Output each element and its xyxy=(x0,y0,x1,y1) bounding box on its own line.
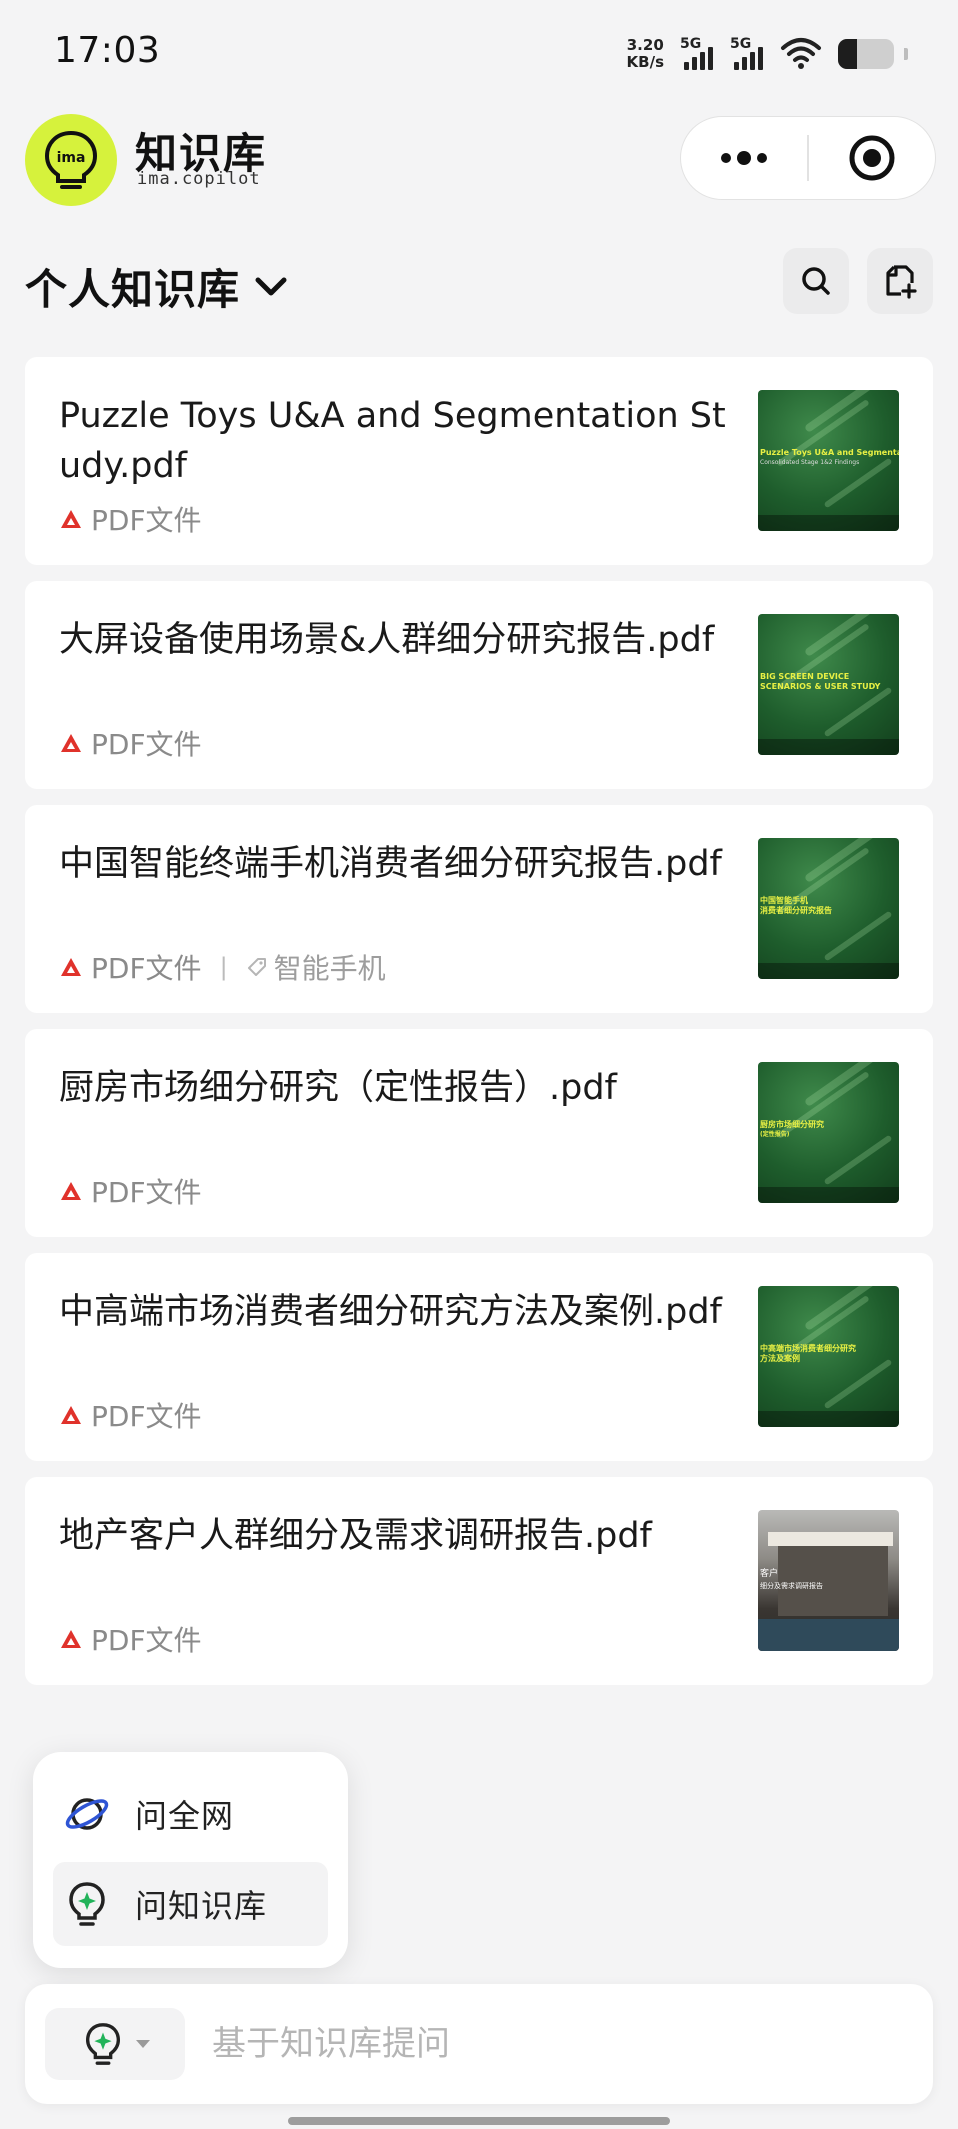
lightbulb-logo-icon: ima xyxy=(44,130,98,189)
app-logo: ima xyxy=(25,114,117,206)
document-card[interactable]: Puzzle Toys U&A and Segmentation Study.p… xyxy=(25,357,933,565)
menu-item-ask-web[interactable]: 问全网 xyxy=(53,1772,328,1856)
status-bar: 17:03 3.20 KB/s 5G 5G xyxy=(0,0,958,105)
target-circle-icon xyxy=(849,135,895,181)
chevron-down-icon xyxy=(255,277,287,295)
ask-input-bar xyxy=(25,1984,933,2104)
network-speed-unit: KB/s xyxy=(626,53,664,71)
home-indicator[interactable] xyxy=(288,2117,670,2125)
mini-program-capsule xyxy=(680,116,936,200)
knowledge-base-selector[interactable]: 个人知识库 xyxy=(25,256,288,317)
document-title: 厨房市场细分研究（定性报告）.pdf xyxy=(59,1068,617,1108)
status-icons: 3.20 KB/s 5G 5G xyxy=(627,32,908,76)
document-meta: PDF文件 xyxy=(59,1619,202,1659)
document-type: PDF文件 xyxy=(91,952,202,985)
menu-item-label: 问知识库 xyxy=(135,1887,268,1925)
section-title: 个人知识库 xyxy=(25,265,241,314)
more-dots-icon xyxy=(721,151,768,165)
document-card[interactable]: 中高端市场消费者细分研究方法及案例.pdf PDF文件 中高端市场消费者细分研究… xyxy=(25,1253,933,1461)
document-title: 中国智能终端手机消费者细分研究报告.pdf xyxy=(59,844,722,884)
document-thumbnail[interactable]: 中国智能手机 消费者细分研究报告 xyxy=(758,838,899,979)
document-title: 大屏设备使用场景&人群细分研究报告.pdf xyxy=(59,620,715,660)
signal-icon: 5G xyxy=(680,34,720,74)
add-document-icon xyxy=(886,265,917,299)
ask-input[interactable] xyxy=(185,2008,885,2080)
document-type: PDF文件 xyxy=(91,1176,202,1209)
lightbulb-star-icon xyxy=(69,1882,105,1926)
document-card[interactable]: 厨房市场细分研究（定性报告）.pdf PDF文件 厨房市场细分研究 (定性报告) xyxy=(25,1029,933,1237)
signal-icon: 5G xyxy=(730,34,770,74)
ask-mode-menu: 问全网 问知识库 xyxy=(33,1752,348,1968)
status-time: 17:03 xyxy=(54,30,161,71)
lightbulb-star-icon xyxy=(85,2023,121,2065)
document-thumbnail[interactable]: Puzzle Toys U&A and Segmentation Study C… xyxy=(758,390,899,531)
search-button[interactable] xyxy=(783,248,849,314)
document-type: PDF文件 xyxy=(91,504,202,537)
network-speed: 3.20 KB/s xyxy=(627,37,664,71)
battery-tip xyxy=(904,48,908,60)
menu-item-ask-knowledge-base[interactable]: 问知识库 xyxy=(53,1862,328,1946)
wifi-icon xyxy=(781,38,821,69)
document-meta: PDF文件 xyxy=(59,723,202,763)
document-type: PDF文件 xyxy=(91,1624,202,1657)
thumbnail-text: 中国智能手机 消费者细分研究报告 xyxy=(760,896,832,915)
document-title: 中高端市场消费者细分研究方法及案例.pdf xyxy=(59,1292,722,1332)
search-icon xyxy=(802,267,830,295)
battery-icon xyxy=(838,39,894,69)
document-meta: PDF文件 xyxy=(59,1171,202,1211)
document-list: Puzzle Toys U&A and Segmentation Study.p… xyxy=(25,357,933,1701)
menu-item-label: 问全网 xyxy=(135,1797,235,1835)
document-card[interactable]: 地产客户人群细分及需求调研报告.pdf PDF文件 客户 细分及需求调研报告 xyxy=(25,1477,933,1685)
thumbnail-text: 中高端市场消费者细分研究 方法及案例 xyxy=(760,1344,856,1363)
logo-text: ima xyxy=(57,150,86,166)
pdf-icon xyxy=(61,510,81,528)
pdf-icon xyxy=(61,1630,81,1648)
pdf-icon xyxy=(61,1406,81,1424)
document-type: PDF文件 xyxy=(91,728,202,761)
document-thumbnail[interactable]: 中高端市场消费者细分研究 方法及案例 xyxy=(758,1286,899,1427)
network-speed-value: 3.20 xyxy=(626,36,664,54)
document-meta: PDF文件 | 智能手机 xyxy=(59,947,386,987)
document-meta: PDF文件 xyxy=(59,1395,202,1435)
more-button[interactable] xyxy=(681,117,807,199)
close-button[interactable] xyxy=(809,117,935,199)
pdf-icon xyxy=(61,734,81,752)
document-card[interactable]: 中国智能终端手机消费者细分研究报告.pdf PDF文件 | 智能手机 中国智能手… xyxy=(25,805,933,1013)
document-title: 地产客户人群细分及需求调研报告.pdf xyxy=(59,1516,652,1556)
ask-mode-toggle[interactable] xyxy=(45,2008,185,2080)
document-type: PDF文件 xyxy=(91,1400,202,1433)
pdf-icon xyxy=(61,958,81,976)
document-meta: PDF文件 xyxy=(59,499,202,539)
planet-icon xyxy=(65,1798,109,1830)
caret-down-icon xyxy=(136,2040,150,2048)
add-document-button[interactable] xyxy=(867,248,933,314)
document-thumbnail[interactable]: BIG SCREEN DEVICE SCENARIOS & USER STUDY xyxy=(758,614,899,755)
app-subtitle: ima.copilot xyxy=(137,169,261,189)
document-card[interactable]: 大屏设备使用场景&人群细分研究报告.pdf PDF文件 BIG SCREEN D… xyxy=(25,581,933,789)
battery-fill xyxy=(838,39,858,69)
tag-icon xyxy=(247,958,266,976)
document-title: Puzzle Toys U&A and Segmentation Study.p… xyxy=(59,396,726,486)
thumbnail-text: BIG SCREEN DEVICE SCENARIOS & USER STUDY xyxy=(760,672,881,691)
document-thumbnail[interactable]: 客户 细分及需求调研报告 xyxy=(758,1510,899,1651)
document-thumbnail[interactable]: 厨房市场细分研究 (定性报告) xyxy=(758,1062,899,1203)
thumbnail-text: Puzzle Toys U&A and Segmentation Study C… xyxy=(760,448,899,466)
document-tag[interactable]: 智能手机 xyxy=(274,947,386,987)
thumbnail-text: 客户 细分及需求调研报告 xyxy=(760,1569,823,1590)
thumbnail-text: 厨房市场细分研究 (定性报告) xyxy=(760,1120,824,1138)
pdf-icon xyxy=(61,1182,81,1200)
